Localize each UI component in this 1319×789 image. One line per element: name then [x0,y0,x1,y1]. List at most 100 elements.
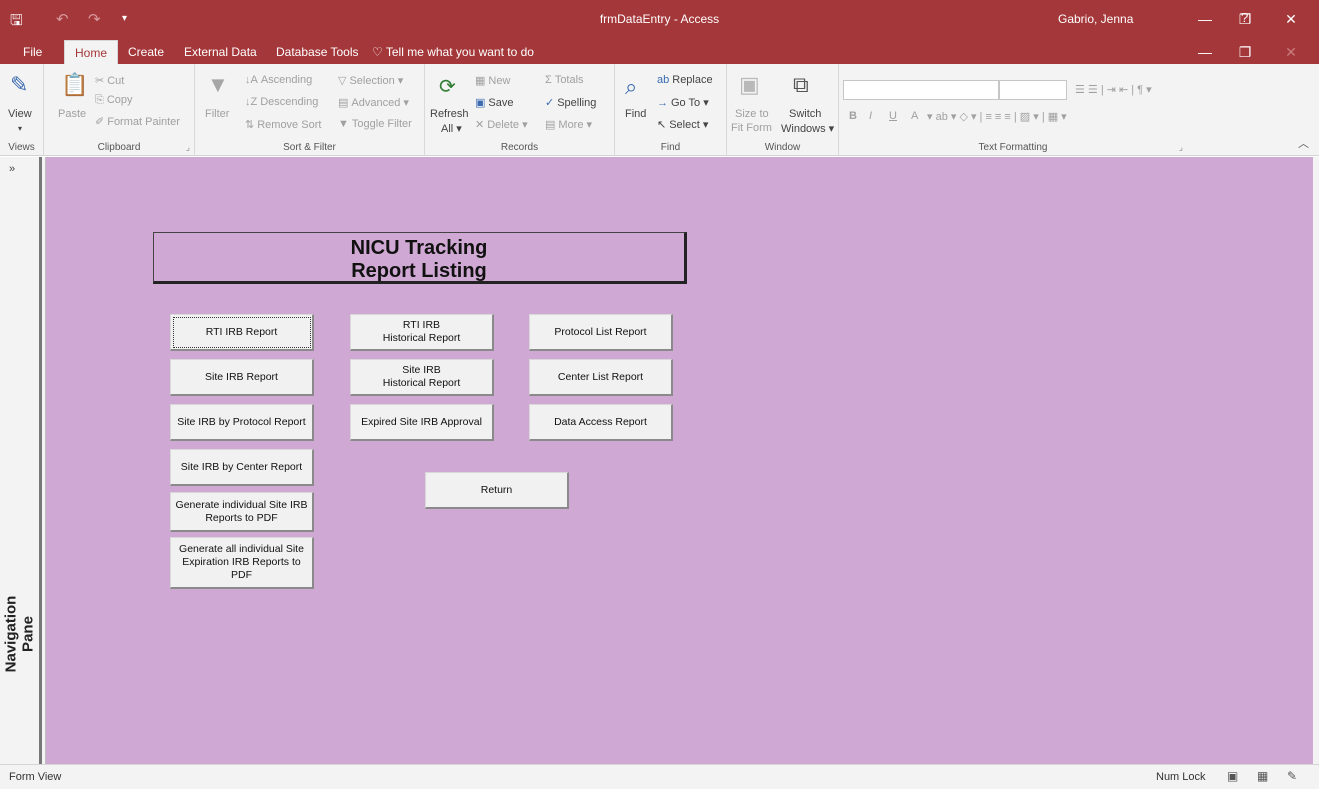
select-button[interactable]: ↖ Select ▾ [657,118,708,131]
copy-label: Copy [106,94,133,106]
clipboard-launcher-icon[interactable]: ⌟ [186,142,190,153]
cut-label: Cut [107,75,125,87]
site-irb-report-button[interactable]: Site IRB Report [170,359,314,396]
return-button[interactable]: Return [425,472,569,509]
goto-arrow-icon: → [657,97,668,109]
view-status: Form View [9,771,62,783]
ascending-button[interactable]: ↓A Ascending [245,74,312,86]
delete-record-button[interactable]: ✕ Delete ▾ [475,118,528,131]
inner-restore-button[interactable]: ❐ [1232,40,1258,64]
format-painter-label: Format Painter [107,116,180,128]
switch-windows-button[interactable]: Switch [789,108,821,120]
toggle-filter-label: Toggle Filter [351,118,412,130]
tab-external-data[interactable]: External Data [184,45,257,59]
rti-irb-report-button[interactable]: RTI IRB Report [170,314,314,351]
remove-sort-button[interactable]: ⇅ Remove Sort [245,118,321,131]
datasheet-view-icon[interactable]: ▦ [1257,769,1268,783]
spelling-button[interactable]: ✓ Spelling [545,96,596,109]
goto-label: Go To ▾ [671,97,709,109]
view-button[interactable]: View [8,108,32,120]
close-button[interactable]: ✕ [1278,6,1304,32]
data-access-report-button[interactable]: Data Access Report [529,404,673,441]
format-painter-button[interactable]: ✐ Format Painter [95,115,180,128]
views-group: ✎ View ▾ Views [0,64,44,156]
generate-individual-pdf-button[interactable]: Generate individual Site IRB Reports to … [170,492,314,532]
toggle-filter-icon: ▼ [338,118,349,130]
design-view-icon[interactable]: ✎ [1287,769,1297,783]
spelling-check-icon: ✓ [545,97,555,109]
view-dropdown-icon[interactable]: ▾ [18,124,22,133]
underline-button[interactable]: U [889,110,897,122]
bold-button[interactable]: B [849,110,857,122]
paste-button[interactable]: Paste [58,108,86,120]
size-to-fit-icon: ▣ [739,72,760,97]
rti-irb-historical-button[interactable]: RTI IRB Historical Report [350,314,494,351]
tab-file[interactable]: File [23,45,42,59]
report-listing-form: NICU Tracking Report Listing RTI IRB Rep… [46,157,1313,764]
inner-close-button[interactable]: ✕ [1278,40,1304,64]
descending-button[interactable]: ↓Z Descending [245,96,318,108]
replace-button[interactable]: ab Replace [657,74,713,86]
italic-button[interactable]: I [869,110,872,122]
user-name[interactable]: Gabrio, Jenna [1058,12,1133,26]
site-irb-historical-button[interactable]: Site IRB Historical Report [350,359,494,396]
form-view-icon[interactable]: ▣ [1227,769,1238,783]
refresh-all-button[interactable]: Refresh [430,108,469,120]
num-lock-indicator: Num Lock [1156,771,1206,783]
ascending-label: Ascending [260,74,313,86]
new-record-button[interactable]: ▦ New [475,74,510,87]
navigation-pane-label[interactable]: Navigation Pane [3,577,37,692]
ribbon: ✎ View ▾ Views 📋 Paste ✂ Cut ⎘ Copy ✐ Forma… [0,64,1319,156]
font-name-combo[interactable] [843,80,999,100]
find-button[interactable]: Find [625,108,646,120]
size-to-fit-button[interactable]: Size to [735,108,769,120]
expired-site-irb-button[interactable]: Expired Site IRB Approval [350,404,494,441]
more-label: More ▾ [558,119,593,131]
protocol-list-report-button[interactable]: Protocol List Report [529,314,673,351]
clipboard-group: 📋 Paste ✂ Cut ⎘ Copy ✐ Format Painter Clipb… [44,64,195,156]
font-size-combo[interactable] [999,80,1067,100]
tab-create[interactable]: Create [128,45,164,59]
inner-minimize-button[interactable]: — [1192,40,1218,64]
font-color-button[interactable]: A [911,110,918,122]
text-formatting-group: ☰ ☰ | ⇥ ⇤ | ¶ ▾ B I U A ▾ ab ▾ ◇ ▾ | ≡ ≡… [839,64,1187,156]
goto-button[interactable]: → Go To ▾ [657,96,709,109]
center-list-report-button[interactable]: Center List Report [529,359,673,396]
totals-button[interactable]: Σ Totals [545,74,584,86]
alignment-buttons-icon[interactable]: ▾ ab ▾ ◇ ▾ | ≡ ≡ ≡ | ▨ ▾ | ▦ ▾ [927,110,1067,123]
tell-me-box[interactable]: ♡ Tell me what you want to do [372,45,534,59]
paste-icon: 📋 [61,72,89,97]
text-formatting-launcher-icon[interactable]: ⌟ [1179,142,1183,153]
advanced-button[interactable]: ▤ Advanced ▾ [338,96,409,109]
filter-button[interactable]: Filter [205,108,229,120]
nav-pane-splitter[interactable] [39,157,42,764]
save-record-button[interactable]: ▣ Save [475,96,513,109]
descending-label: Descending [260,96,319,108]
copy-button[interactable]: ⎘ Copy [95,94,133,107]
collapse-ribbon-icon[interactable]: ︿ [1298,135,1309,151]
toggle-filter-button[interactable]: ▼ Toggle Filter [338,118,412,130]
title-bar: 🖫 ↶ ↷ ▾ frmDataEntry - Access Gabrio, Je… [0,0,1319,40]
tab-home[interactable]: Home [64,40,119,64]
list-buttons-icon[interactable]: ☰ ☰ | ⇥ ⇤ | ¶ ▾ [1075,83,1152,96]
tab-database-tools[interactable]: Database Tools [276,45,359,59]
refresh-all-dropdown[interactable]: All ▾ [441,122,462,135]
views-group-label: Views [8,142,35,153]
generate-all-expiration-pdf-button[interactable]: Generate all individual Site Expiration … [170,537,314,589]
sort-descending-icon: ↓Z [245,96,258,108]
navigation-pane[interactable]: » Navigation Pane [0,157,46,764]
save-record-icon: ▣ [475,97,486,109]
advanced-filter-icon: ▤ [338,97,349,109]
selection-button[interactable]: ▽ Selection ▾ [338,74,403,87]
site-irb-by-center-button[interactable]: Site IRB by Center Report [170,449,314,486]
switch-windows-dropdown[interactable]: Windows ▾ [781,122,834,135]
cut-button[interactable]: ✂ Cut [95,74,124,87]
restore-button[interactable]: ❐ [1232,6,1258,32]
expand-nav-icon[interactable]: » [9,163,15,175]
more-button[interactable]: ▤ More ▾ [545,118,592,131]
lightbulb-icon: ♡ [372,45,386,59]
minimize-button[interactable]: — [1192,6,1218,32]
remove-sort-label: Remove Sort [257,119,322,131]
site-irb-by-protocol-button[interactable]: Site IRB by Protocol Report [170,404,314,441]
advanced-label: Advanced ▾ [351,97,409,109]
